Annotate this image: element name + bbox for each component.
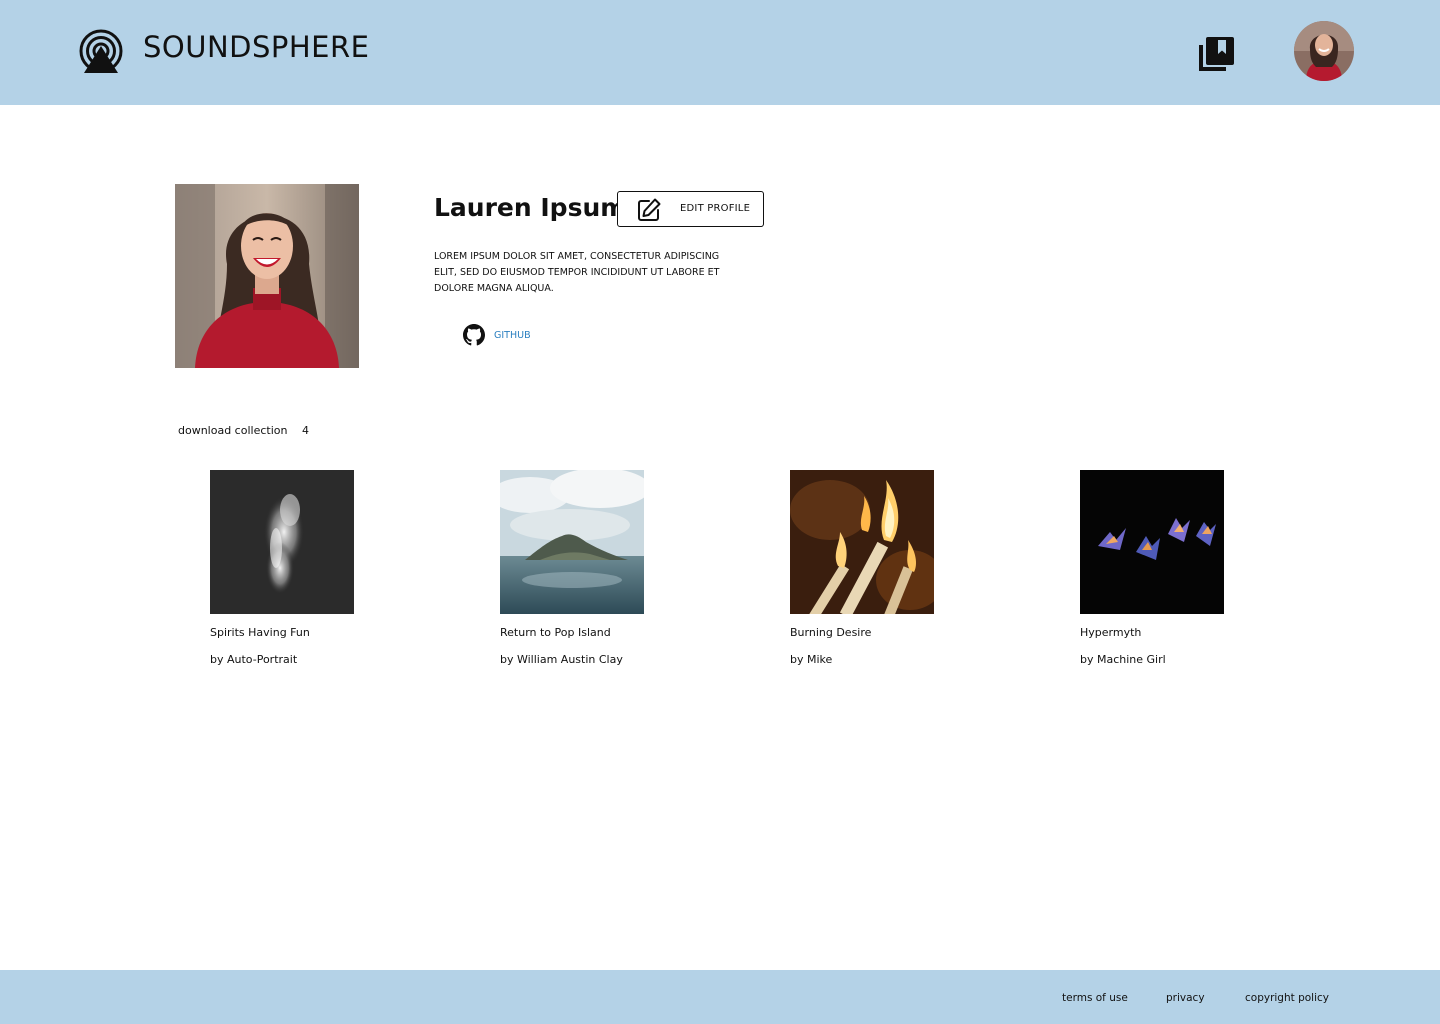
brand-name[interactable]: SOUNDSPHERE	[143, 30, 369, 64]
album-cover-image	[500, 470, 644, 614]
album-card[interactable]: Spirits Having Fun by Auto-Portrait	[210, 470, 430, 675]
album-card[interactable]: Burning Desire by Mike	[790, 470, 1010, 675]
user-avatar[interactable]	[1294, 21, 1354, 81]
album-card[interactable]: Return to Pop Island by William Austin C…	[500, 470, 720, 675]
copyright-policy-link[interactable]: copyright policy	[1245, 992, 1329, 1004]
profile-photo	[175, 184, 359, 368]
album-artist: by Auto-Portrait	[210, 653, 298, 666]
album-cover-image	[790, 470, 934, 614]
album-artist: by William Austin Clay	[500, 653, 623, 666]
top-header: SOUNDSPHERE	[0, 0, 1440, 105]
album-artist: by Machine Girl	[1080, 653, 1166, 666]
profile-photo-image	[175, 184, 359, 368]
library-button[interactable]	[1196, 34, 1238, 74]
library-collection-icon	[1199, 37, 1234, 71]
collection-heading[interactable]: download collection	[178, 424, 287, 437]
edit-pencil-icon	[638, 198, 661, 221]
album-artist: by Mike	[790, 653, 833, 666]
github-link[interactable]: GITHUB	[494, 330, 531, 341]
album-cover[interactable]	[790, 470, 934, 614]
page-footer: terms of use privacy copyright policy	[0, 970, 1440, 1024]
album-cover[interactable]	[210, 470, 354, 614]
album-card[interactable]: Hypermyth by Machine Girl	[1080, 470, 1300, 675]
github-icon[interactable]	[463, 324, 485, 346]
edit-profile-label: EDIT PROFILE	[680, 203, 751, 214]
album-cover-image	[210, 470, 354, 614]
album-cover[interactable]	[500, 470, 644, 614]
profile-bio: LOREM IPSUM DOLOR SIT AMET, CONSECTETUR …	[434, 251, 720, 294]
album-title[interactable]: Hypermyth	[1080, 626, 1141, 639]
privacy-link[interactable]: privacy	[1166, 992, 1205, 1004]
album-title[interactable]: Burning Desire	[790, 626, 871, 639]
album-title[interactable]: Return to Pop Island	[500, 626, 611, 639]
radio-broadcast-icon[interactable]	[78, 28, 124, 74]
profile-name: Lauren Ipsum	[434, 193, 627, 222]
terms-of-use-link[interactable]: terms of use	[1062, 992, 1128, 1004]
avatar-image	[1294, 21, 1354, 81]
edit-profile-button[interactable]: EDIT PROFILE	[617, 191, 764, 227]
album-title[interactable]: Spirits Having Fun	[210, 626, 310, 639]
collection-count: 4	[302, 424, 309, 437]
album-cover-image	[1080, 470, 1224, 614]
album-cover[interactable]	[1080, 470, 1224, 614]
